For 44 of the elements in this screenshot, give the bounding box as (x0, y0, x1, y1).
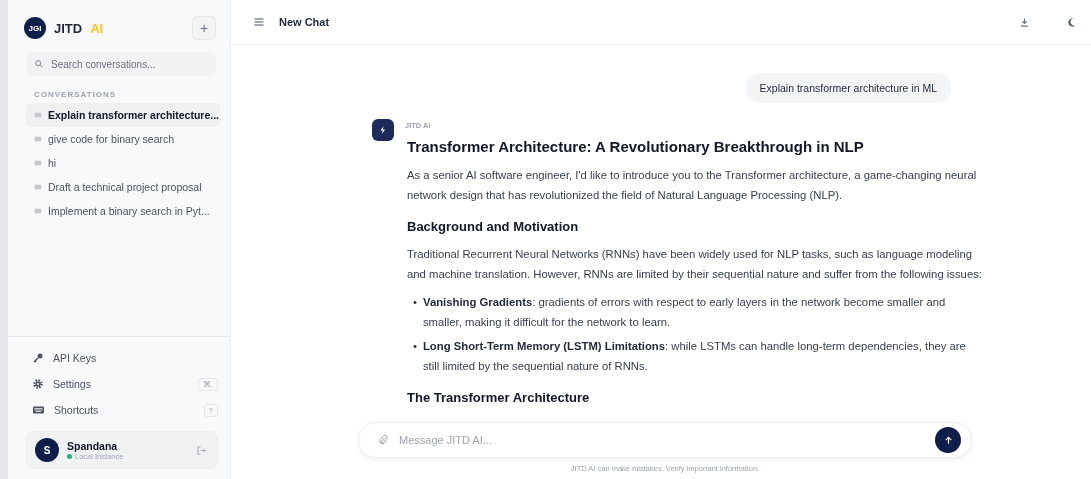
search-field[interactable]: Search conversations... (49, 57, 203, 71)
bullet: • (413, 339, 417, 354)
chat-icon (34, 111, 42, 119)
menu-item[interactable]: Shortcuts (54, 404, 195, 416)
section-heading: The Transformer Architecture (407, 390, 591, 405)
list-item: Vanishing Gradients: gradients of errors with respect to early layers in the network become smaller and smaller, making it difficult for the network to learn. (422, 295, 947, 330)
shortcut-hint: ⌘, (197, 377, 218, 391)
chat-icon (34, 183, 42, 191)
keyboard-icon (32, 404, 45, 416)
chat-icon (34, 135, 42, 143)
download-icon[interactable] (1019, 16, 1030, 28)
logo-badge: JGI (24, 17, 46, 39)
new-chat-button[interactable]: + (192, 16, 216, 40)
avatar: S (35, 438, 59, 462)
user-message: Explain transformer architecture in ML (745, 73, 951, 103)
gear-icon (32, 378, 44, 390)
response-title: Transformer Architecture: A Revolutionary Breakthrough in NLP (407, 138, 865, 155)
key-icon (32, 352, 44, 364)
user-name: Spandana (67, 439, 119, 452)
arrow-up-icon (942, 434, 954, 446)
chat-icon (34, 159, 42, 167)
chat-title: New Chat (279, 16, 331, 28)
send-button[interactable] (935, 427, 961, 453)
conversation-item[interactable]: Implement a binary search in Pyt... (26, 199, 220, 223)
search-icon (34, 59, 44, 69)
composer-bar[interactable]: Message JITD AI... (358, 422, 972, 458)
chat-icon (34, 207, 42, 215)
shortcut-hint: ? (203, 403, 218, 417)
conversation-item[interactable]: Explain transformer architecture... (26, 103, 220, 127)
paragraph: Traditional Recurrent Neural Networks (RNNs) have been widely used for NLP tasks, such as language modeling and machine translation. However, RNNs are limited by their sequential nature and suffer from the following issues: (407, 247, 982, 282)
brand-name: JITD (54, 20, 83, 36)
search-bar[interactable]: Search conversations... (26, 52, 216, 76)
conversation-item[interactable]: Draft a technical project proposal (26, 175, 220, 199)
paragraph: As a senior AI software engineer, I'd like to introduce you to the Transformer architecture, a game-changing neural network design that has revolutionized the field of Natural Language Processing (NLP). (407, 168, 978, 203)
list-item: Long Short-Term Memory (LSTM) Limitations: while LSTMs can handle long-term dependencies, they are still limited by the sequential nature of RNNs. (422, 339, 967, 374)
bullet: • (413, 295, 417, 310)
conversation-item[interactable]: hi (26, 151, 220, 175)
section-heading: Background and Motivation (407, 219, 580, 234)
menu-item[interactable]: Settings (53, 378, 189, 390)
paperclip-icon (377, 434, 389, 446)
section-label: CONVERSATIONS (33, 89, 118, 101)
menu-item[interactable]: API Keys (53, 352, 218, 364)
conversation-item[interactable]: give code for binary search (26, 127, 220, 151)
brand-accent: AI (90, 20, 104, 36)
